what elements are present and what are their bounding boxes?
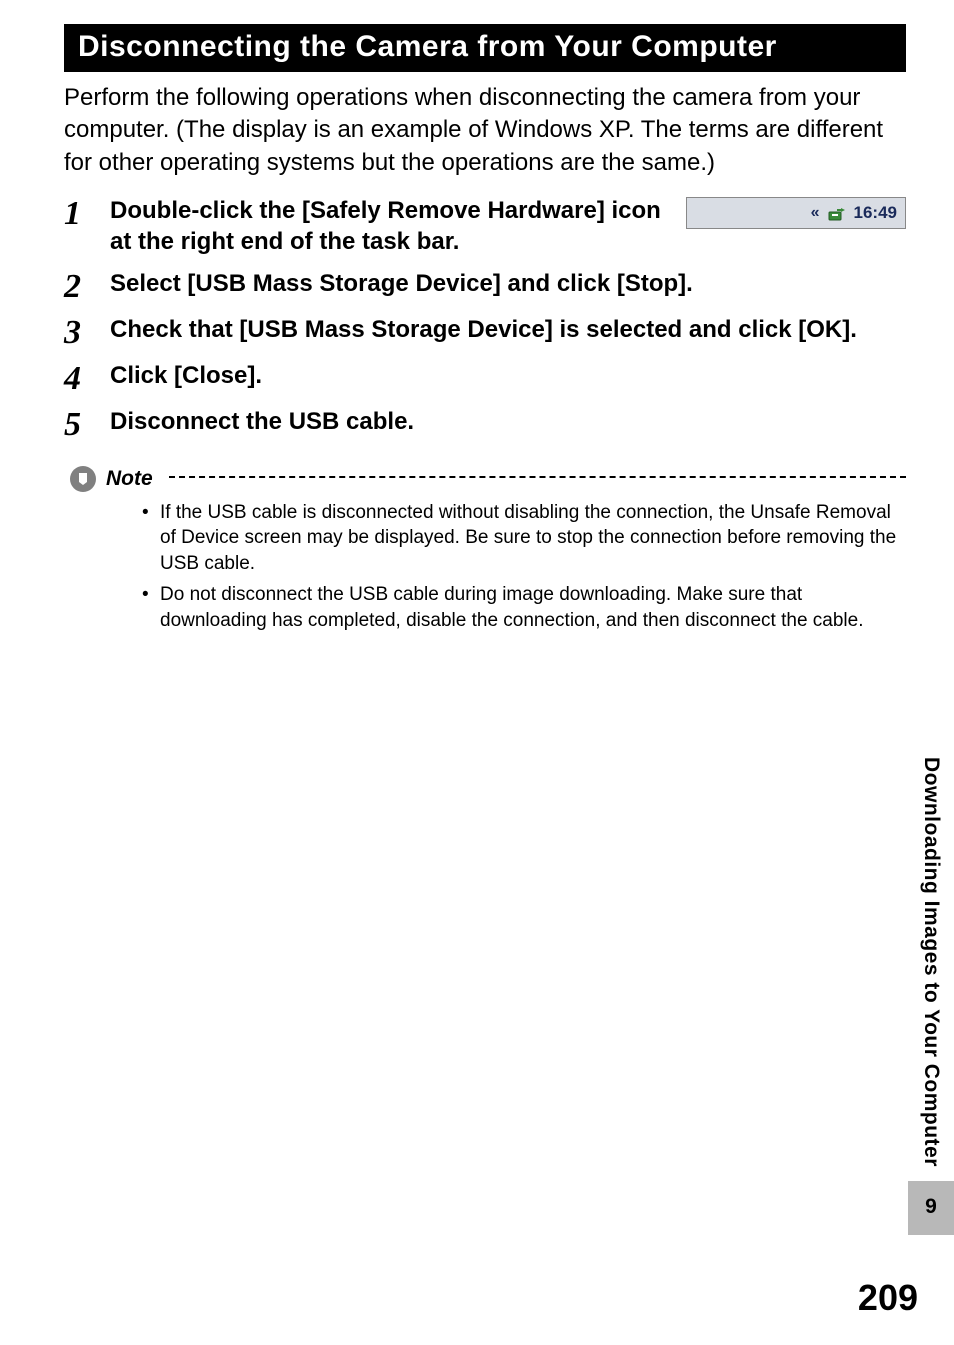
page-number: 209 bbox=[858, 1277, 918, 1319]
section-heading-banner: Disconnecting the Camera from Your Compu… bbox=[64, 24, 906, 72]
step-text: Select [USB Mass Storage Device] and cli… bbox=[110, 268, 906, 299]
note-list: If the USB cable is disconnected without… bbox=[64, 500, 906, 634]
note-item: If the USB cable is disconnected without… bbox=[142, 500, 906, 577]
side-tab-title: Downloading Images to Your Computer bbox=[911, 747, 951, 1181]
note-dash-rule bbox=[169, 476, 906, 478]
step-number: 5 bbox=[64, 406, 110, 442]
step-text: Check that [USB Mass Storage Device] is … bbox=[110, 314, 906, 345]
note-heading-row: Note bbox=[70, 466, 906, 492]
intro-paragraph: Perform the following operations when di… bbox=[64, 82, 906, 179]
tray-expand-chevron-icon: « bbox=[811, 203, 820, 224]
note-badge-icon bbox=[70, 466, 96, 492]
step-number: 1 bbox=[64, 195, 110, 231]
note-item: Do not disconnect the USB cable during i… bbox=[142, 582, 906, 633]
windows-taskbar-tray: « 16:49 bbox=[686, 197, 906, 229]
note-label: Note bbox=[106, 467, 153, 491]
step-number: 3 bbox=[64, 314, 110, 350]
step-text: Double-click the [Safely Remove Hardware… bbox=[110, 195, 666, 257]
step-text: Click [Close]. bbox=[110, 360, 906, 391]
step-2: 2 Select [USB Mass Storage Device] and c… bbox=[64, 268, 906, 304]
taskbar-clock: 16:49 bbox=[854, 202, 897, 224]
step-5: 5 Disconnect the USB cable. bbox=[64, 406, 906, 442]
steps-list: 1 Double-click the [Safely Remove Hardwa… bbox=[64, 195, 906, 441]
side-tab: Downloading Images to Your Computer 9 bbox=[908, 747, 954, 1235]
step-3: 3 Check that [USB Mass Storage Device] i… bbox=[64, 314, 906, 350]
safely-remove-hardware-icon bbox=[828, 204, 846, 222]
step-text: Disconnect the USB cable. bbox=[110, 406, 906, 437]
side-tab-chapter-number: 9 bbox=[908, 1181, 954, 1235]
step-number: 4 bbox=[64, 360, 110, 396]
step-1: 1 Double-click the [Safely Remove Hardwa… bbox=[64, 195, 906, 257]
step-4: 4 Click [Close]. bbox=[64, 360, 906, 396]
step-number: 2 bbox=[64, 268, 110, 304]
